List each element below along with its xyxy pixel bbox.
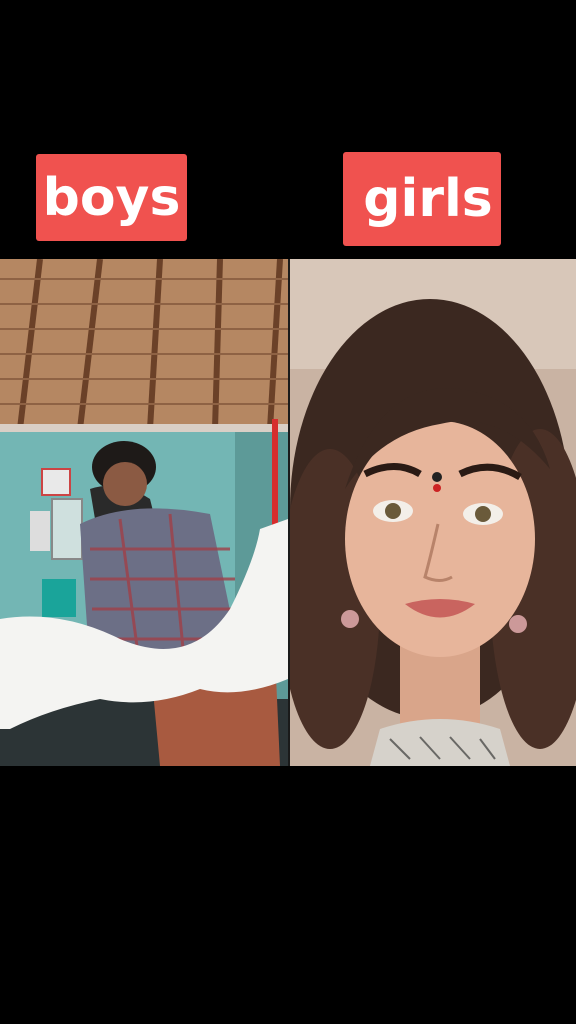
right-video-panel: [290, 259, 576, 766]
boys-label: boys: [36, 154, 187, 241]
girls-label: girls: [343, 152, 501, 246]
left-video-panel: [0, 259, 288, 766]
girls-scene-image: [290, 259, 576, 766]
boys-scene-image: [0, 259, 288, 766]
